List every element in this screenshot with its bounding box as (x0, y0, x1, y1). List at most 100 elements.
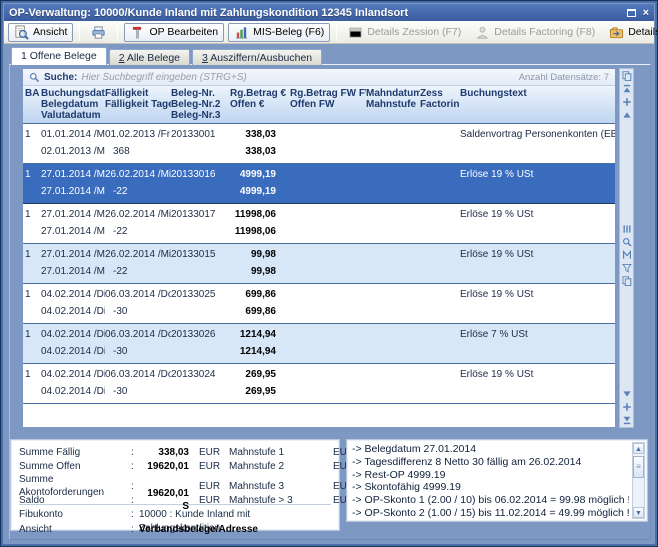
toolbar-button-details-factoring[interactable]: Details Factoring (F8) (470, 23, 600, 42)
scrollbar-thumb[interactable]: ≡ (633, 456, 644, 478)
mahnung-cell (366, 207, 420, 243)
zession-cell (420, 327, 460, 363)
belegnr-cell: 20133001 (171, 127, 230, 163)
filter-icon[interactable] (622, 263, 632, 273)
toolbar-button-details-zession[interactable]: Details Zession (F7) (343, 23, 466, 42)
scroll-up-icon[interactable] (622, 110, 632, 120)
table-row[interactable]: 104.02.2014 /Di04.02.2014 /Di06.03.2014 … (23, 364, 615, 404)
column-header-mahnung[interactable]: MahndatumMahnstufe (366, 88, 420, 121)
scroll-to-top-icon[interactable] (622, 84, 632, 94)
datum-cell: 01.01.2014 /Mi02.01.2013 /Mi (41, 127, 105, 163)
printer-icon (91, 25, 106, 40)
buchungstext-cell: Erlöse 19 % USt (460, 287, 615, 323)
columns-icon[interactable] (622, 224, 632, 234)
mahnstufe-label: Mahnstufe 3 (229, 480, 333, 493)
faelligkeit-cell: 26.02.2014 /Mi-22 (105, 247, 171, 283)
summary-colon: : (131, 494, 139, 507)
mahnstufe-label: Mahnstufe > 3 (229, 494, 333, 507)
scroll-to-bottom-icon[interactable] (622, 415, 632, 425)
search-bar[interactable]: Suche: Hier Suchbegriff eingeben (STRG+S… (23, 69, 615, 86)
scrollbar-track[interactable]: ≡ (633, 454, 644, 507)
info-line: -> OP-Skonto 2 (1.00 / 15) bis 11.02.201… (352, 507, 629, 520)
ba-cell: 1 (25, 327, 41, 363)
scroll-down-icon[interactable]: ▼ (633, 507, 644, 518)
toolbar-separator (79, 24, 80, 41)
copy-pages-icon[interactable] (622, 71, 632, 81)
toolbar-button-details[interactable]: Details (F9) (604, 23, 658, 42)
table-row[interactable]: 101.01.2014 /Mi02.01.2013 /Mi01.02.2013 … (23, 124, 615, 164)
record-count: Anzahl Datensätze: 7 (519, 72, 609, 83)
buchungstext-cell: Erlöse 19 % USt (460, 367, 615, 403)
datum-cell: 27.01.2014 /Mo27.01.2014 /Mo (41, 247, 105, 283)
toolbar-button-op-bearbeiten[interactable]: OP Bearbeiten (124, 23, 224, 42)
datum-cell: 04.02.2014 /Di04.02.2014 /Di (41, 327, 105, 363)
zoom-icon[interactable] (622, 237, 632, 247)
betrag-fw-cell (290, 367, 366, 403)
mahnung-cell (366, 247, 420, 283)
table-row[interactable]: 104.02.2014 /Di04.02.2014 /Di06.03.2014 … (23, 324, 615, 364)
skonto-info-panel: -> Belegdatum 27.01.2014-> Tagesdifferen… (346, 439, 648, 522)
datum-cell: 04.02.2014 /Di04.02.2014 /Di (41, 287, 105, 323)
open-items-grid: Suche: Hier Suchbegriff eingeben (STRG+S… (22, 68, 616, 428)
column-header-betrag-fw[interactable]: Rg.Betrag FW FWEOffen FW (290, 88, 366, 121)
buchungstext-cell: Saldenvortrag Personenkonten (EB) (460, 127, 615, 163)
toolbar-button-mis-beleg[interactable]: MIS-Beleg (F6) (228, 23, 330, 42)
tab-1[interactable]: 1 Offene Belege (11, 47, 107, 65)
column-header-datum[interactable]: BuchungsdatumBelegdatumValutadatum (41, 88, 105, 121)
details-window-icon (348, 25, 363, 40)
belegnr-cell: 20133017 (171, 207, 230, 243)
table-row[interactable]: 127.01.2014 /Mo27.01.2014 /Mo26.02.2014 … (23, 244, 615, 284)
info-line: -> OP-Skonto 1 (2.00 / 10) bis 06.02.201… (352, 494, 629, 507)
zession-cell (420, 247, 460, 283)
toolbar-separator (336, 24, 337, 41)
plus-icon[interactable] (622, 97, 632, 107)
column-header-ba[interactable]: BA (25, 88, 41, 121)
summary-currency: EUR (189, 494, 229, 507)
grid-side-toolbar (619, 68, 634, 428)
column-header-buchungstext[interactable]: Buchungstext (460, 88, 615, 121)
summary-rows: Summe Fällig:338,03EURMahnstufe 1EURSumm… (19, 445, 331, 501)
info-scrollbar[interactable]: ▲ ≡ ▼ (632, 442, 645, 519)
column-header-betrag[interactable]: Rg.Betrag €Offen € (230, 88, 290, 121)
mahnung-cell (366, 367, 420, 403)
fibukonto-row: Fibukonto : 10000 : Kunde Inland mit Zah… (19, 508, 331, 523)
tab-2[interactable]: 2 Alle Belege (109, 49, 190, 65)
restore-window-icon[interactable] (627, 9, 636, 17)
betrag-cell: 11998,0611998,06 (230, 207, 290, 243)
copy-pages-icon[interactable] (622, 276, 632, 286)
faelligkeit-cell: 06.03.2014 /Do-30 (105, 327, 171, 363)
toolbar-button-print[interactable] (86, 23, 111, 42)
scroll-down-icon[interactable] (622, 389, 632, 399)
ansicht-value: Verbandsbelege/Adresse (139, 523, 331, 538)
details-person-icon (475, 25, 490, 40)
belegnr-cell: 20133024 (171, 367, 230, 403)
tab-bar: 1 Offene Belege2 Alle Belege3 Ausziffern… (11, 47, 324, 65)
belegnr-cell: 20133025 (171, 287, 230, 323)
search-icon (29, 72, 40, 83)
column-header-zession[interactable]: ZessFactoring (420, 88, 460, 121)
mahnung-cell (366, 327, 420, 363)
summary-label: Summe Offen (19, 460, 131, 473)
close-icon[interactable]: × (643, 8, 649, 18)
view-magnifier-icon (14, 25, 29, 40)
summary-row: Summe Offen:19620,01EURMahnstufe 2EUR (19, 459, 331, 473)
plus-icon[interactable] (622, 402, 632, 412)
datum-cell: 27.01.2014 /Mo27.01.2014 /Mo (41, 167, 105, 203)
column-header-belegnr[interactable]: Beleg-Nr.Beleg-Nr.2Beleg-Nr.3 (171, 88, 230, 121)
toolbar-button-label: Details Zession (F7) (367, 26, 461, 38)
belegnr-cell: 20133026 (171, 327, 230, 363)
zession-cell (420, 207, 460, 243)
table-row[interactable]: 127.01.2014 /Mo27.01.2014 /Mo26.02.2014 … (23, 164, 615, 204)
tab-3[interactable]: 3 Ausziffern/Ausbuchen (192, 49, 322, 65)
buchungstext-cell: Erlöse 7 % USt (460, 327, 615, 363)
betrag-fw-cell (290, 247, 366, 283)
m-badge-icon[interactable] (622, 250, 632, 260)
search-input[interactable]: Hier Suchbegriff eingeben (STRG+S) (81, 72, 514, 83)
edit-pin-icon (130, 25, 145, 40)
table-row[interactable]: 127.01.2014 /Mo27.01.2014 /Mo26.02.2014 … (23, 204, 615, 244)
column-header-faelligkeit[interactable]: FälligkeitFälligkeit Tage (105, 88, 171, 121)
summary-colon: : (131, 446, 139, 459)
table-row[interactable]: 104.02.2014 /Di04.02.2014 /Di06.03.2014 … (23, 284, 615, 324)
scroll-up-icon[interactable]: ▲ (633, 443, 644, 454)
toolbar-button-ansicht[interactable]: Ansicht (8, 23, 73, 42)
